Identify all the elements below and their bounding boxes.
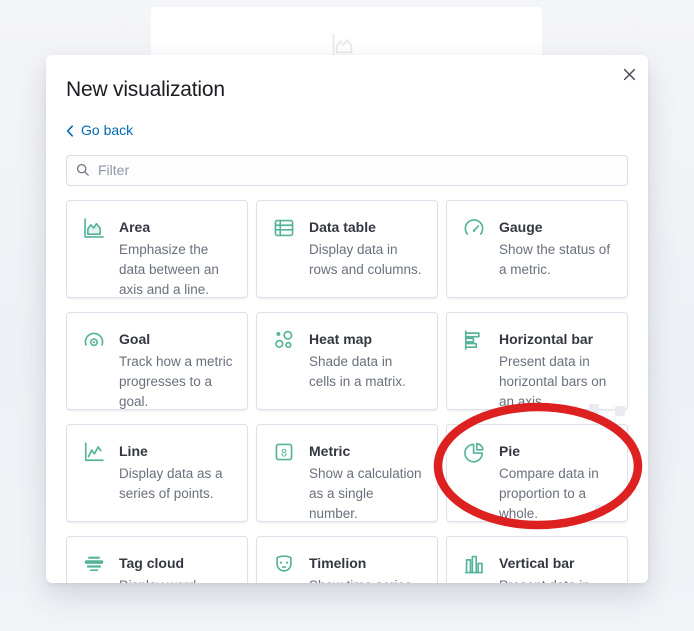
viz-card-heat-map[interactable]: Heat map Shade data in cells in a matrix… xyxy=(256,311,438,410)
viz-card-title: Gauge xyxy=(499,218,543,235)
viz-card-line[interactable]: Line Display data as a series of points. xyxy=(66,423,248,522)
viz-card-vertical-bar[interactable]: Vertical bar Present data in vertical ba… xyxy=(446,535,628,584)
artifact-square xyxy=(595,505,605,515)
viz-card-gauge[interactable]: Gauge Show the status of a metric. xyxy=(446,199,628,298)
viz-card-title: Vertical bar xyxy=(499,554,575,571)
tag-cloud-icon xyxy=(83,553,107,575)
modal-title: New visualization xyxy=(66,78,225,101)
new-visualization-modal: New visualization Go back Area Emphas xyxy=(46,55,648,583)
viz-card-data-table[interactable]: Data table Display data in rows and colu… xyxy=(256,199,438,298)
data-table-icon xyxy=(273,217,297,239)
viz-card-description: Present data in horizontal bars on an ax… xyxy=(499,353,607,409)
viz-card-description: Show the status of a metric. xyxy=(499,241,611,277)
viz-card-description: Show time series data on a graph. xyxy=(309,576,423,584)
viz-card-timelion[interactable]: Timelion Show time series data on a grap… xyxy=(256,535,438,584)
viz-card-description: Present data in vertical bars on an axis… xyxy=(499,576,613,584)
viz-card-title: Heat map xyxy=(309,330,373,347)
timelion-icon xyxy=(273,553,297,575)
artifact-square xyxy=(615,406,625,416)
svg-text:8: 8 xyxy=(281,447,287,459)
viz-grid: Area Emphasize the data between an axis … xyxy=(66,199,628,584)
gauge-icon xyxy=(463,217,487,239)
horizontal-bar-icon xyxy=(463,329,487,351)
viz-card-title: Metric xyxy=(309,442,351,459)
viz-card-title: Tag cloud xyxy=(119,554,185,571)
go-back-link[interactable]: Go back xyxy=(66,121,133,140)
goal-icon xyxy=(83,329,107,351)
metric-icon: 8 xyxy=(273,441,297,463)
viz-card-title: Data table xyxy=(309,218,376,235)
artifact-square xyxy=(589,404,599,414)
viz-card-description: Display data as a series of points. xyxy=(119,465,223,501)
filter-input[interactable] xyxy=(66,154,628,186)
viz-card-title: Line xyxy=(119,442,148,459)
chevron-left-icon xyxy=(66,124,74,137)
viz-card-description: Emphasize the data between an axis and a… xyxy=(119,241,219,297)
pie-icon xyxy=(463,441,487,463)
go-back-label: Go back xyxy=(81,122,134,138)
viz-card-description: Track how a metric progresses to a goal. xyxy=(119,353,233,409)
viz-card-description: Shade data in cells in a matrix. xyxy=(309,353,406,389)
viz-card-description: Show a calculation as a single number. xyxy=(309,465,422,521)
viz-card-title: Horizontal bar xyxy=(499,330,594,347)
heat-map-icon xyxy=(273,329,297,351)
area-icon xyxy=(83,217,107,239)
viz-card-title: Pie xyxy=(499,442,521,459)
viz-card-description: Display word frequency with font size. xyxy=(119,576,233,584)
viz-card-title: Timelion xyxy=(309,554,367,571)
viz-card-title: Goal xyxy=(119,330,151,347)
viz-card-description: Display data in rows and columns. xyxy=(309,241,422,277)
viz-card-horizontal-bar[interactable]: Horizontal bar Present data in horizonta… xyxy=(446,311,628,410)
viz-card-goal[interactable]: Goal Track how a metric progresses to a … xyxy=(66,311,248,410)
vertical-bar-icon xyxy=(463,553,487,575)
line-icon xyxy=(83,441,107,463)
viz-card-tag-cloud[interactable]: Tag cloud Display word frequency with fo… xyxy=(66,535,248,584)
viz-card-area[interactable]: Area Emphasize the data between an axis … xyxy=(66,199,248,298)
viz-card-title: Area xyxy=(119,218,151,235)
viz-card-metric[interactable]: 8 Metric Show a calculation as a single … xyxy=(256,423,438,522)
